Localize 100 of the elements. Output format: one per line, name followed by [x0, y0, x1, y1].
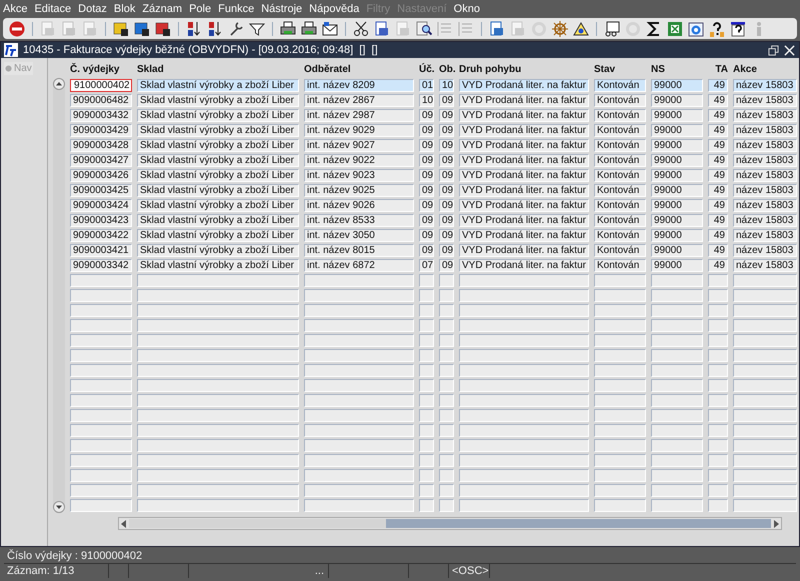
- table-cell[interactable]: int. název 2987: [304, 109, 414, 122]
- empty-cell[interactable]: [708, 364, 728, 377]
- empty-cell[interactable]: [70, 499, 132, 512]
- empty-cell[interactable]: [459, 409, 589, 422]
- table-cell[interactable]: int. název 2867: [304, 94, 414, 107]
- table-cell[interactable]: 09: [439, 259, 454, 272]
- empty-cell[interactable]: [137, 409, 299, 422]
- table-cell[interactable]: int. název 9026: [304, 199, 414, 212]
- table-cell[interactable]: 99000: [651, 229, 703, 242]
- empty-cell[interactable]: [439, 304, 454, 317]
- empty-cell[interactable]: [304, 469, 414, 482]
- table-cell[interactable]: 99000: [651, 169, 703, 182]
- table-cell[interactable]: 9100000402: [70, 79, 132, 92]
- empty-cell[interactable]: [651, 319, 703, 332]
- empty-cell[interactable]: [70, 439, 132, 452]
- table-cell[interactable]: 10: [439, 79, 454, 92]
- empty-cell[interactable]: [651, 469, 703, 482]
- table-cell[interactable]: VYD Prodaná liter. na faktur: [459, 184, 589, 197]
- table-cell[interactable]: název 15803: [733, 94, 797, 107]
- table-cell[interactable]: 49: [708, 79, 728, 92]
- tree-icon[interactable]: [458, 20, 474, 36]
- empty-cell[interactable]: [304, 499, 414, 512]
- empty-cell[interactable]: [708, 394, 728, 407]
- empty-cell[interactable]: [733, 454, 797, 467]
- table-cell[interactable]: int. název 8533: [304, 214, 414, 227]
- table-cell[interactable]: 09: [439, 229, 454, 242]
- empty-cell[interactable]: [137, 304, 299, 317]
- table-cell[interactable]: Sklad vlastní výrobky a zboží Liber: [137, 139, 299, 152]
- form-delete-icon[interactable]: [82, 20, 98, 36]
- table-cell[interactable]: VYD Prodaná liter. na faktur: [459, 109, 589, 122]
- table-cell[interactable]: VYD Prodaná liter. na faktur: [459, 259, 589, 272]
- table-cell[interactable]: Kontován: [594, 79, 646, 92]
- empty-cell[interactable]: [459, 484, 589, 497]
- page-icon[interactable]: [510, 20, 526, 36]
- table-cell[interactable]: 99000: [651, 79, 703, 92]
- empty-cell[interactable]: [137, 319, 299, 332]
- empty-cell[interactable]: [70, 304, 132, 317]
- empty-cell[interactable]: [651, 379, 703, 392]
- empty-cell[interactable]: [459, 454, 589, 467]
- table-cell[interactable]: 09: [419, 199, 434, 212]
- table-cell[interactable]: Sklad vlastní výrobky a zboží Liber: [137, 154, 299, 167]
- spreadsheet-icon[interactable]: [667, 20, 683, 36]
- table-cell[interactable]: Kontován: [594, 124, 646, 137]
- filter-icon[interactable]: [249, 20, 265, 36]
- scroll-up-icon[interactable]: [53, 78, 65, 90]
- empty-cell[interactable]: [733, 349, 797, 362]
- empty-cell[interactable]: [137, 484, 299, 497]
- table-cell[interactable]: 07: [419, 259, 434, 272]
- empty-cell[interactable]: [304, 394, 414, 407]
- table-cell[interactable]: 99000: [651, 214, 703, 227]
- empty-cell[interactable]: [708, 274, 728, 287]
- empty-cell[interactable]: [439, 319, 454, 332]
- table-cell[interactable]: 49: [708, 244, 728, 257]
- empty-cell[interactable]: [419, 454, 434, 467]
- table-cell[interactable]: Sklad vlastní výrobky a zboží Liber: [137, 169, 299, 182]
- table-cell[interactable]: int. název 9025: [304, 184, 414, 197]
- sort-descending-icon[interactable]: [207, 20, 223, 36]
- empty-cell[interactable]: [594, 364, 646, 377]
- empty-cell[interactable]: [708, 334, 728, 347]
- table-cell[interactable]: 49: [708, 109, 728, 122]
- empty-cell[interactable]: [70, 394, 132, 407]
- empty-cell[interactable]: [459, 364, 589, 377]
- table-cell[interactable]: název 15803: [733, 139, 797, 152]
- empty-cell[interactable]: [651, 394, 703, 407]
- empty-cell[interactable]: [419, 304, 434, 317]
- empty-cell[interactable]: [594, 409, 646, 422]
- table-cell[interactable]: Sklad vlastní výrobky a zboží Liber: [137, 94, 299, 107]
- menu-item[interactable]: Editace: [34, 2, 72, 14]
- table-cell[interactable]: VYD Prodaná liter. na faktur: [459, 79, 589, 92]
- table-cell[interactable]: název 15803: [733, 214, 797, 227]
- empty-cell[interactable]: [708, 484, 728, 497]
- empty-cell[interactable]: [594, 424, 646, 437]
- empty-cell[interactable]: [304, 334, 414, 347]
- table-cell[interactable]: int. název 9027: [304, 139, 414, 152]
- table-cell[interactable]: Kontován: [594, 214, 646, 227]
- empty-cell[interactable]: [439, 469, 454, 482]
- wrench-icon[interactable]: [228, 20, 244, 36]
- table-cell[interactable]: 09: [439, 244, 454, 257]
- table-cell[interactable]: 09: [419, 124, 434, 137]
- empty-cell[interactable]: [419, 379, 434, 392]
- table-cell[interactable]: 9090003342: [70, 259, 132, 272]
- table-cell[interactable]: 01: [419, 79, 434, 92]
- table-cell[interactable]: 49: [708, 259, 728, 272]
- empty-cell[interactable]: [594, 499, 646, 512]
- table-cell[interactable]: 9090003432: [70, 109, 132, 122]
- table-cell[interactable]: VYD Prodaná liter. na faktur: [459, 199, 589, 212]
- empty-cell[interactable]: [459, 499, 589, 512]
- empty-cell[interactable]: [733, 379, 797, 392]
- table-cell[interactable]: int. název 3050: [304, 229, 414, 242]
- table-cell[interactable]: int. název 8015: [304, 244, 414, 257]
- table-cell[interactable]: Sklad vlastní výrobky a zboží Liber: [137, 79, 299, 92]
- empty-cell[interactable]: [708, 439, 728, 452]
- menu-item[interactable]: Akce: [3, 2, 28, 14]
- empty-cell[interactable]: [733, 304, 797, 317]
- table-cell[interactable]: Sklad vlastní výrobky a zboží Liber: [137, 214, 299, 227]
- empty-cell[interactable]: [459, 319, 589, 332]
- empty-cell[interactable]: [651, 484, 703, 497]
- table-cell[interactable]: 09: [419, 244, 434, 257]
- empty-cell[interactable]: [70, 454, 132, 467]
- table-cell[interactable]: 99000: [651, 109, 703, 122]
